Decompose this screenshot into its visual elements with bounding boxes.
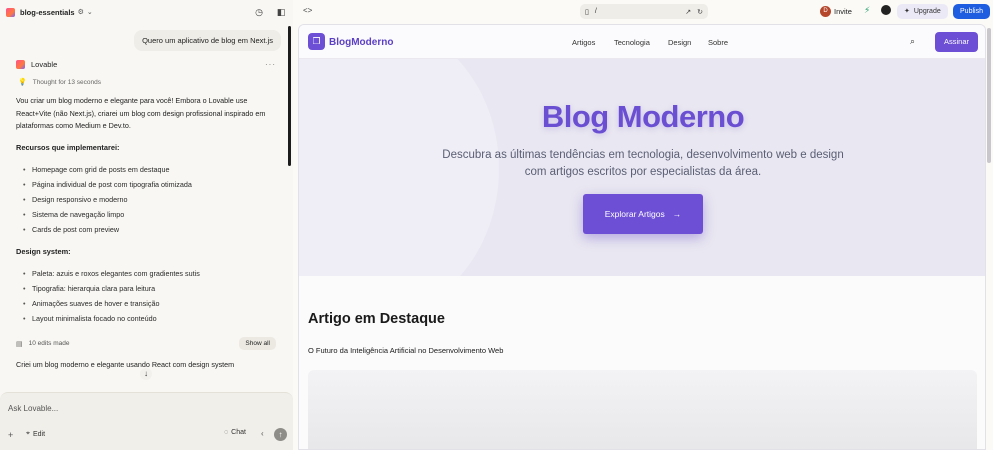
edit-button[interactable]: ⌖ Edit [22,429,49,439]
featured-post-title[interactable]: O Futuro da Inteligência Artificial no D… [308,346,503,355]
preview-toolbar: <> ▯ / ↗ ↻ D Invite ⚡ ✦ Upgrade Publish [293,0,993,24]
site-navbar: ❐ BlogModerno Artigos Tecnologia Design … [299,25,985,59]
assistant-name: Lovable [31,59,58,69]
thought-indicator[interactable]: 💡 Thought for 13 seconds [16,78,276,87]
featured-title: Artigo em Destaque [308,311,445,327]
plus-icon[interactable]: + [8,430,13,440]
hero-title: Blog Moderno [541,99,745,134]
list-item: Homepage com grid de posts em destaque [16,162,276,177]
route-path[interactable]: / [595,8,597,15]
refresh-icon[interactable]: ↻ [697,8,703,16]
edits-label: 10 edits made [28,340,70,347]
upgrade-label: Upgrade [913,8,941,15]
featured-post-card[interactable] [308,370,977,449]
list-item: Cards de post com preview [16,222,276,237]
chat-label: Chat [231,429,246,436]
sidebar-toggle-icon[interactable]: ◧ [275,7,287,18]
features-heading: Recursos que implementarei: [16,142,120,152]
cursor-icon: ⌖ [26,430,30,437]
show-all-button[interactable]: Show all [239,337,276,350]
invite-button[interactable]: Invite [834,7,852,16]
project-name[interactable]: blog-essentials [20,8,75,17]
design-list: Paleta: azuis e roxos elegantes com grad… [16,266,276,326]
explore-label: Explorar Artigos [604,209,665,219]
search-icon[interactable]: ⌕ [910,36,915,47]
list-item: Página individual de post com tipografia… [16,177,276,192]
more-options-icon[interactable]: ··· [265,60,276,69]
avatar[interactable]: D [820,6,831,17]
bolt-icon[interactable]: ⚡ [864,5,870,16]
list-item: Layout minimalista focado no conteúdo [16,311,276,326]
explore-articles-button[interactable]: Explorar Artigos → [583,194,703,234]
page-icon: ▯ [585,8,589,16]
upgrade-button[interactable]: ✦ Upgrade [897,4,948,19]
lovable-logo-icon [6,7,15,17]
history-icon[interactable]: ◷ [253,7,265,18]
arrow-left-icon[interactable]: ‹ [261,429,264,438]
scroll-down-icon[interactable]: ↓ [140,368,152,380]
chevron-down-icon[interactable]: ⌄ [87,8,93,16]
document-icon: ▤ [16,340,23,348]
nav-link-artigos[interactable]: Artigos [572,38,595,47]
preview-scrollbar[interactable] [987,28,991,163]
list-item: Paleta: azuis e roxos elegantes com grad… [16,266,276,281]
edit-label: Edit [32,430,46,438]
chat-composer: + ⌖ Edit ◌ Chat ‹ ↑ [0,392,293,450]
sparkle-icon: ✦ [904,8,910,15]
brand-name[interactable]: BlogModerno [329,37,393,48]
github-icon[interactable] [881,5,891,15]
edits-summary: ▤ 10 edits made Show all [16,336,276,352]
chat-panel: blog-essentials ⚙ ⌄ ◷ ◧ Quero um aplicat… [0,0,293,450]
assistant-intro: Vou criar um blog moderno e elegante par… [16,96,266,130]
hero-section: Blog Moderno Descubra as últimas tendênc… [299,59,985,276]
list-item: Tipografia: hierarquia clara para leitur… [16,281,276,296]
features-list: Homepage com grid de posts em destaque P… [16,162,276,237]
lovable-logo-icon [16,59,25,69]
chat-mode-button[interactable]: ◌ Chat [224,429,246,436]
assistant-header: Lovable ··· [16,56,276,72]
project-header: blog-essentials ⚙ ⌄ ◷ ◧ [0,0,293,24]
chat-scrollbar[interactable] [288,26,291,166]
design-heading: Design system: [16,246,71,256]
preview-url-bar[interactable]: ▯ / ↗ ↻ [580,4,708,19]
list-item: Sistema de navegação limpo [16,207,276,222]
thought-label: Thought for 13 seconds [32,78,102,86]
chat-thread[interactable]: Lovable ··· 💡 Thought for 13 seconds Vou… [0,56,288,392]
book-icon[interactable]: ❐ [308,33,325,50]
subscribe-button[interactable]: Assinar [935,32,978,52]
nav-link-sobre[interactable]: Sobre [708,38,728,47]
nav-link-design[interactable]: Design [668,38,691,47]
open-external-icon[interactable]: ↗ [685,8,691,16]
list-item: Animações suaves de hover e transição [16,296,276,311]
featured-section: Artigo em Destaque O Futuro da Inteligên… [299,276,985,449]
hero-subtitle: Descubra as últimas tendências em tecnol… [442,149,844,178]
site-preview[interactable]: ❐ BlogModerno Artigos Tecnologia Design … [298,24,986,450]
arrow-right-icon: → [672,209,682,219]
ask-input[interactable] [8,401,278,415]
settings-icon[interactable]: ⚙ [78,8,84,16]
publish-button[interactable]: Publish [953,4,990,19]
code-view-icon[interactable]: <> [303,6,312,15]
chat-bubble-icon: ◌ [224,429,229,436]
lightbulb-icon: 💡 [18,79,27,86]
nav-link-tecnologia[interactable]: Tecnologia [614,38,650,47]
list-item: Design responsivo e moderno [16,192,276,207]
user-message: Quero um aplicativo de blog em Next.js [134,30,281,51]
send-button[interactable]: ↑ [274,428,287,441]
